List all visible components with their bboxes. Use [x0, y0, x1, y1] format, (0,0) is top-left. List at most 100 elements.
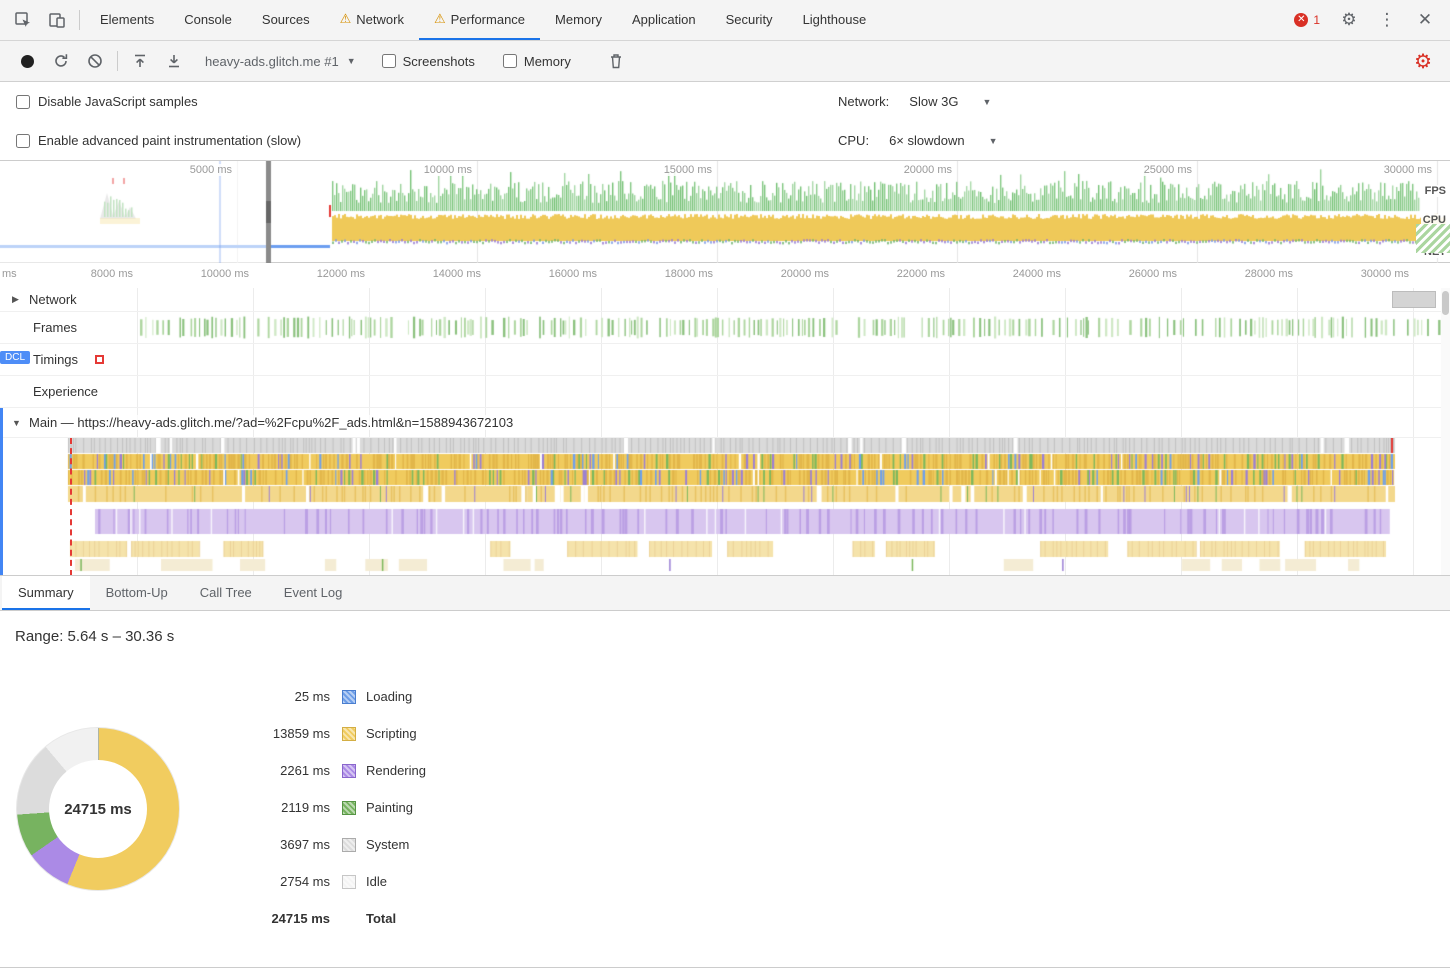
- tab-label: Elements: [100, 12, 154, 27]
- cpu-throttle-select[interactable]: 6× slowdown ▼: [889, 133, 997, 148]
- clear-recording-button[interactable]: [78, 44, 112, 78]
- chevron-down-icon: ▼: [347, 56, 356, 66]
- legend-swatch-painting: [342, 801, 356, 815]
- legend-row-loading: 25 ms Loading: [180, 678, 426, 715]
- record-button[interactable]: [10, 44, 44, 78]
- track-timings-label: Timings: [30, 352, 81, 367]
- summary-panel: Range: 5.64 s – 30.36 s 24715 ms 25 ms Lo…: [0, 611, 1450, 968]
- legend-swatch-scripting: [342, 727, 356, 741]
- inspect-element-icon[interactable]: [6, 3, 40, 37]
- donut-total-label: 24715 ms: [49, 760, 147, 858]
- drawer-tab-summary[interactable]: Summary: [2, 576, 90, 610]
- chevron-down-icon: ▼: [989, 136, 998, 146]
- profile-history-select[interactable]: heavy-ads.glitch.me #1 ▼: [205, 54, 356, 69]
- flame-bars-canvas[interactable]: [0, 438, 1450, 576]
- range-label: Range: 5.64 s – 30.36 s: [15, 628, 174, 645]
- tab-label: Sources: [262, 12, 310, 27]
- overview-fps-label: FPS: [1423, 185, 1448, 197]
- overview-time-label: 15000 ms: [661, 164, 715, 176]
- ruler-label: 24000 ms: [1013, 268, 1065, 280]
- legend-value: 2754 ms: [180, 874, 330, 889]
- tab-label: Security: [726, 12, 773, 27]
- config-row-paint: Enable advanced paint instrumentation (s…: [0, 121, 1450, 160]
- ruler-label: 14000 ms: [433, 268, 485, 280]
- legend-label: Loading: [366, 689, 412, 704]
- drawer-tab-bottom-up[interactable]: Bottom-Up: [90, 576, 184, 610]
- overview-time-label: 10000 ms: [421, 164, 475, 176]
- scrollbar-thumb[interactable]: [1442, 291, 1449, 315]
- garbage-collect-button[interactable]: [599, 44, 633, 78]
- legend-value: 13859 ms: [180, 726, 330, 741]
- collapse-arrow-icon[interactable]: ▶: [12, 294, 26, 305]
- device-toolbar-icon[interactable]: [40, 3, 74, 37]
- network-throttle-label: Network:: [838, 94, 889, 109]
- tab-label: Console: [184, 12, 232, 27]
- track-timings[interactable]: DCL Timings: [0, 344, 1450, 376]
- network-throttle-select[interactable]: Slow 3G ▼: [909, 94, 991, 109]
- tab-application[interactable]: Application: [617, 0, 711, 40]
- legend-row-rendering: 2261 msRendering: [180, 752, 426, 789]
- screenshots-checkbox[interactable]: [382, 54, 396, 68]
- warning-icon: ⚠: [340, 11, 352, 27]
- close-devtools-icon[interactable]: ✕: [1408, 3, 1442, 37]
- disable-js-samples-checkbox[interactable]: [16, 95, 30, 109]
- net-pending-hatch: [1416, 224, 1450, 253]
- timeline-overview[interactable]: 5000 ms10000 ms15000 ms20000 ms25000 ms3…: [0, 161, 1450, 263]
- settings-gear-icon[interactable]: ⚙: [1332, 3, 1366, 37]
- tab-memory[interactable]: Memory: [540, 0, 617, 40]
- cpu-throttle-group: CPU: 6× slowdown ▼: [838, 133, 998, 148]
- overview-time-label: 5000 ms: [187, 164, 235, 176]
- tab-security[interactable]: Security: [711, 0, 788, 40]
- legend-label: System: [366, 837, 409, 852]
- main-flame-chart[interactable]: [0, 438, 1450, 576]
- ruler-label: 22000 ms: [897, 268, 949, 280]
- legend-row-idle: 2754 msIdle: [180, 863, 426, 900]
- tab-lighthouse[interactable]: Lighthouse: [788, 0, 882, 40]
- track-main-header[interactable]: ▼ Main — https://heavy-ads.glitch.me/?ad…: [0, 408, 1450, 438]
- ruler-label: 30000 ms: [1361, 268, 1413, 280]
- load-profile-button[interactable]: [123, 44, 157, 78]
- toolbar-separator: [117, 51, 118, 71]
- legend-value: 24715 ms: [180, 911, 330, 926]
- paint-instrumentation-checkbox[interactable]: [16, 134, 30, 148]
- ruler-label: 20000 ms: [781, 268, 833, 280]
- toolbar-separator: [79, 10, 80, 30]
- tab-performance[interactable]: ⚠Performance: [419, 0, 540, 40]
- disable-js-samples-label: Disable JavaScript samples: [38, 94, 198, 109]
- legend-value: 25 ms: [180, 689, 330, 704]
- devtools-window: Elements Console Sources ⚠Network⚠Performan…: [0, 0, 1450, 968]
- main-track-label: Main — https://heavy-ads.glitch.me/?ad=%…: [26, 415, 516, 430]
- tab-label: Memory: [555, 12, 602, 27]
- legend-swatch-rendering: [342, 764, 356, 778]
- selected-track-indicator: [0, 408, 3, 576]
- capture-settings-gear-icon[interactable]: ⚙: [1414, 49, 1440, 74]
- expand-arrow-icon[interactable]: ▼: [12, 418, 26, 428]
- save-profile-button[interactable]: [157, 44, 191, 78]
- reload-and-record-button[interactable]: [44, 44, 78, 78]
- flame-chart-section[interactable]: ms 8000 ms10000 ms12000 ms14000 ms16000 …: [0, 263, 1450, 576]
- network-throttle-group: Network: Slow 3G ▼: [838, 94, 991, 109]
- console-error-badge[interactable]: ✕ 1: [1294, 13, 1320, 27]
- track-experience[interactable]: Experience: [0, 376, 1450, 408]
- flame-vertical-scrollbar[interactable]: [1441, 288, 1450, 576]
- tab-console[interactable]: Console: [169, 0, 247, 40]
- legend-value: 2119 ms: [180, 800, 330, 815]
- lcp-marker-icon: [95, 355, 104, 364]
- legend-row-system: 3697 msSystem: [180, 826, 426, 863]
- more-menu-icon[interactable]: ⋮: [1370, 3, 1404, 37]
- drawer-tab-call-tree[interactable]: Call Tree: [184, 576, 268, 610]
- ruler-label: 10000 ms: [201, 268, 253, 280]
- ruler-label: 12000 ms: [317, 268, 369, 280]
- tab-network[interactable]: ⚠Network: [325, 0, 419, 40]
- track-frames[interactable]: Frames: [0, 312, 1450, 344]
- drawer-tab-event-log[interactable]: Event Log: [268, 576, 359, 610]
- tab-elements[interactable]: Elements: [85, 0, 169, 40]
- memory-checkbox[interactable]: [503, 54, 517, 68]
- ruler-label: 26000 ms: [1129, 268, 1181, 280]
- overview-chart-canvas[interactable]: [0, 161, 1450, 263]
- network-scrollbar-thumb[interactable]: [1392, 291, 1436, 308]
- track-network[interactable]: ▶ Network: [0, 288, 1450, 312]
- frames-activity-canvas[interactable]: [0, 312, 1450, 343]
- tab-sources[interactable]: Sources: [247, 0, 325, 40]
- legend-swatch-system: [342, 838, 356, 852]
